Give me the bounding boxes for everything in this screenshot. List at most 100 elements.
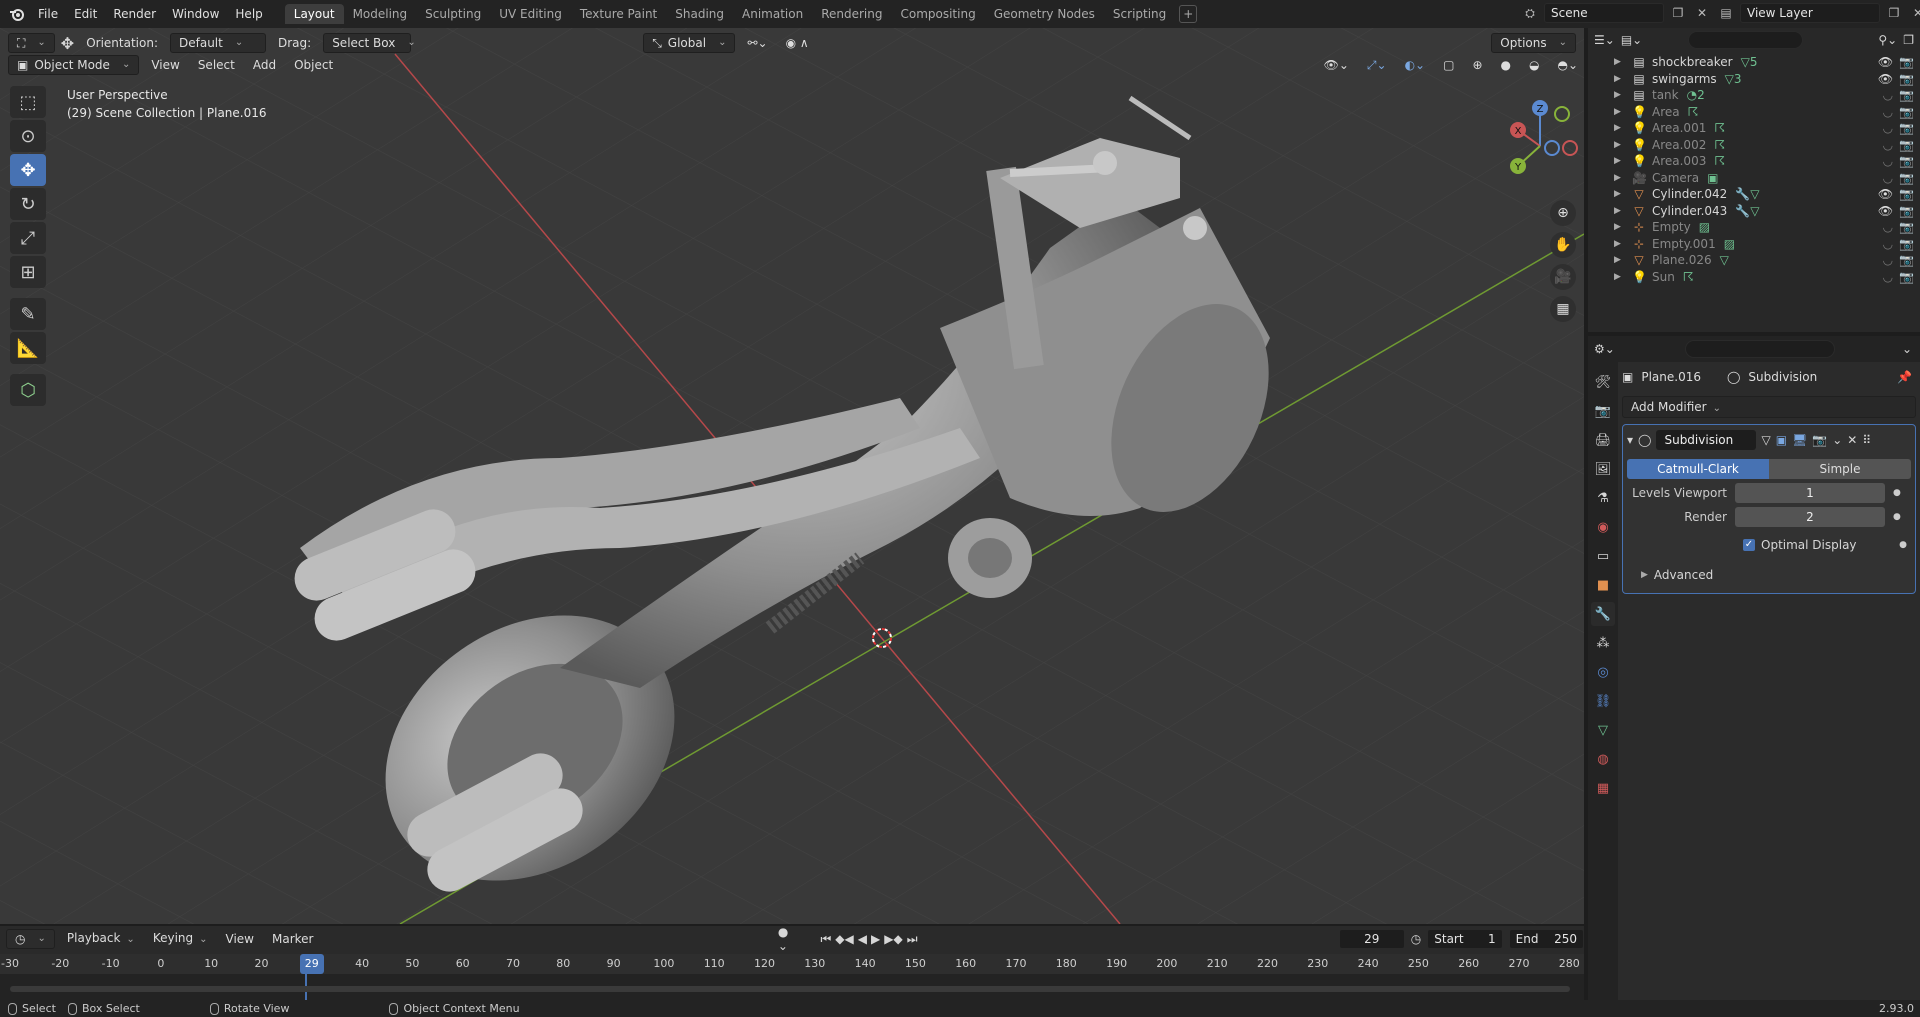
render-camera-icon[interactable]: 📷 <box>1899 138 1914 152</box>
camera-view-icon[interactable]: 🎥 <box>1550 264 1576 290</box>
render-camera-icon[interactable]: 📷 <box>1899 171 1914 185</box>
expand-chevron-icon[interactable]: ▶ <box>1614 74 1626 84</box>
outliner[interactable]: ☰⌄ ▤⌄ ⚲⌄ ❐ ▶ ▤ shockbreaker ▽5 👁 📷 ▶ ▤ swingarms… <box>1588 28 1920 332</box>
view-layer-field[interactable]: View Layer <box>1740 3 1880 23</box>
render-levels-field[interactable]: 2 <box>1735 507 1885 527</box>
zoom-icon[interactable]: ⊕ <box>1550 200 1576 226</box>
expand-chevron-icon[interactable]: ▶ <box>1614 107 1626 117</box>
animate-render-icon[interactable]: ● <box>1893 512 1901 522</box>
jump-keyframe-back-icon[interactable]: ◆◀ <box>835 932 853 947</box>
menu-select[interactable]: Select <box>192 55 241 75</box>
expand-chevron-icon[interactable]: ▶ <box>1614 206 1626 216</box>
expand-chevron-icon[interactable]: ▶ <box>1614 255 1626 265</box>
optimal-display-checkbox[interactable]: ✓ <box>1743 539 1755 551</box>
menu-edit[interactable]: Edit <box>66 0 105 28</box>
output-tab-icon[interactable]: 🖨 <box>1591 428 1615 452</box>
visibility-eye-icon[interactable]: ◡ <box>1883 237 1893 251</box>
visibility-eye-icon[interactable]: 👁 <box>1878 187 1893 201</box>
start-frame-field[interactable]: Start 1 <box>1427 929 1503 949</box>
outliner-row-sun[interactable]: ▶ 💡 Sun ☈ ◡ 📷 <box>1588 267 1920 287</box>
properties-options-icon[interactable]: ⌄ <box>1902 342 1912 356</box>
jump-end-icon[interactable]: ⏭ <box>907 932 918 947</box>
object-mode-dropdown[interactable]: ▣ Object Mode <box>8 55 140 75</box>
properties-editor-icon[interactable]: ⚙⌄ <box>1594 342 1615 356</box>
tab-modeling[interactable]: Modeling <box>344 4 417 24</box>
expand-chevron-icon[interactable]: ▶ <box>1614 239 1626 249</box>
tab-sculpting[interactable]: Sculpting <box>416 4 490 24</box>
scene-icon[interactable]: ⛭ <box>1520 3 1540 23</box>
expand-chevron-icon[interactable]: ▶ <box>1614 189 1626 199</box>
tab-uv-editing[interactable]: UV Editing <box>490 4 571 24</box>
3d-viewport[interactable]: ⛶ ✥ Orientation: Default Drag: Select Bo… <box>0 28 1584 924</box>
render-camera-icon[interactable]: 📷 <box>1899 72 1914 86</box>
auto-keying-icon[interactable]: ● ⌄ <box>778 925 801 953</box>
outliner-search-input[interactable] <box>1688 31 1804 49</box>
visibility-eye-icon[interactable]: 👁 <box>1878 55 1893 69</box>
collapse-chevron-icon[interactable]: ▾ <box>1627 433 1633 447</box>
shading-wireframe-icon[interactable]: ⊕ <box>1466 55 1488 75</box>
expand-chevron-icon[interactable]: ▶ <box>1614 173 1626 183</box>
overlay-toggle-icon[interactable]: ◐⌄ <box>1399 55 1432 75</box>
particles-tab-icon[interactable]: ⁂ <box>1591 631 1615 655</box>
visibility-eye-icon[interactable]: ◡ <box>1883 121 1893 135</box>
new-scene-icon[interactable]: ❐ <box>1668 3 1688 23</box>
playback-menu[interactable]: Playback <box>61 928 141 950</box>
menu-help[interactable]: Help <box>227 0 270 28</box>
pan-hand-icon[interactable]: ✋ <box>1550 232 1576 258</box>
filter-icon[interactable]: ⚲⌄ <box>1878 33 1897 47</box>
timeline-scrollbar[interactable] <box>10 986 1570 992</box>
delete-view-layer-icon[interactable]: ✕ <box>1908 3 1920 23</box>
timeline-editor-type[interactable]: ◷ <box>6 929 55 949</box>
expand-chevron-icon[interactable]: ▶ <box>1614 272 1626 282</box>
render-camera-icon[interactable]: 📷 <box>1899 237 1914 251</box>
edit-mode-toggle-icon[interactable]: ▽ <box>1761 433 1770 447</box>
expand-chevron-icon[interactable]: ▶ <box>1614 90 1626 100</box>
view-layer-icon[interactable]: ▤ <box>1716 3 1736 23</box>
scale-tool-icon[interactable]: ⤢ <box>10 222 46 254</box>
modifier-menu-icon[interactable]: ⌄ <box>1832 433 1842 447</box>
new-view-layer-icon[interactable]: ❐ <box>1884 3 1904 23</box>
object-tab-icon[interactable]: ■ <box>1591 573 1615 597</box>
render-camera-icon[interactable]: 📷 <box>1899 121 1914 135</box>
jump-keyframe-forward-icon[interactable]: ▶◆ <box>884 932 902 947</box>
constraints-tab-icon[interactable]: ⛓ <box>1591 689 1615 713</box>
shading-solid-icon[interactable]: ● <box>1495 55 1517 75</box>
add-cube-tool-icon[interactable]: ⬡ <box>10 374 46 406</box>
cursor-tool-icon[interactable]: ⊙ <box>10 120 46 152</box>
visibility-eye-icon[interactable]: ◡ <box>1883 171 1893 185</box>
scene-field[interactable]: Scene <box>1544 3 1664 23</box>
current-frame-indicator[interactable]: 29 <box>299 954 324 974</box>
rotate-tool-icon[interactable]: ↻ <box>10 188 46 220</box>
drag-handle-icon[interactable]: ⠿ <box>1862 433 1871 447</box>
play-reverse-icon[interactable]: ◀ <box>858 932 867 947</box>
modifier-name-field[interactable]: Subdivision <box>1656 430 1757 450</box>
menu-view[interactable]: View <box>145 55 185 75</box>
timeline-view-menu[interactable]: View <box>220 929 260 949</box>
select-box-tool-icon[interactable]: ⬚ <box>10 86 46 118</box>
expand-chevron-icon[interactable]: ▶ <box>1614 57 1626 67</box>
shading-rendered-icon[interactable]: ◓⌄ <box>1551 55 1584 75</box>
menu-file[interactable]: File <box>30 0 66 28</box>
timeline-editor[interactable]: ◷ Playback Keying View Marker ● ⌄ ⏮ ◆◀ ◀… <box>0 924 1584 1000</box>
visibility-eye-icon[interactable]: ◡ <box>1883 105 1893 119</box>
menu-render[interactable]: Render <box>105 0 164 28</box>
expand-chevron-icon[interactable]: ▶ <box>1614 123 1626 133</box>
annotate-tool-icon[interactable]: ✎ <box>10 298 46 330</box>
animate-optimal-icon[interactable]: ● <box>1899 540 1907 550</box>
properties-editor[interactable]: ⚙⌄ ⌄ 🛠 📷 🖨 🖼 ⚗ ◉ ▭ ■ 🔧 ⁂ ◎ ⛓ ▽ ◍ ▦ ▣ Pla… <box>1588 336 1920 1000</box>
delete-scene-icon[interactable]: ✕ <box>1692 3 1712 23</box>
render-camera-icon[interactable]: 📷 <box>1899 55 1914 69</box>
current-frame-field[interactable]: 29 <box>1338 929 1405 949</box>
render-camera-icon[interactable]: 📷 <box>1899 88 1914 102</box>
expand-chevron-icon[interactable]: ▶ <box>1614 156 1626 166</box>
outliner-editor-icon[interactable]: ☰⌄ <box>1594 33 1615 47</box>
pin-icon[interactable]: 📌 <box>1897 370 1912 384</box>
animate-property-icon[interactable]: ● <box>1893 488 1901 498</box>
tab-texture-paint[interactable]: Texture Paint <box>571 4 666 24</box>
render-camera-icon[interactable]: 📷 <box>1899 187 1914 201</box>
tab-layout[interactable]: Layout <box>284 4 344 24</box>
end-frame-field[interactable]: End 250 <box>1508 929 1584 949</box>
modifier-tab-icon[interactable]: 🔧 <box>1591 602 1615 626</box>
advanced-subpanel[interactable]: ▶ Advanced <box>1627 565 1911 585</box>
render-camera-icon[interactable]: 📷 <box>1899 204 1914 218</box>
